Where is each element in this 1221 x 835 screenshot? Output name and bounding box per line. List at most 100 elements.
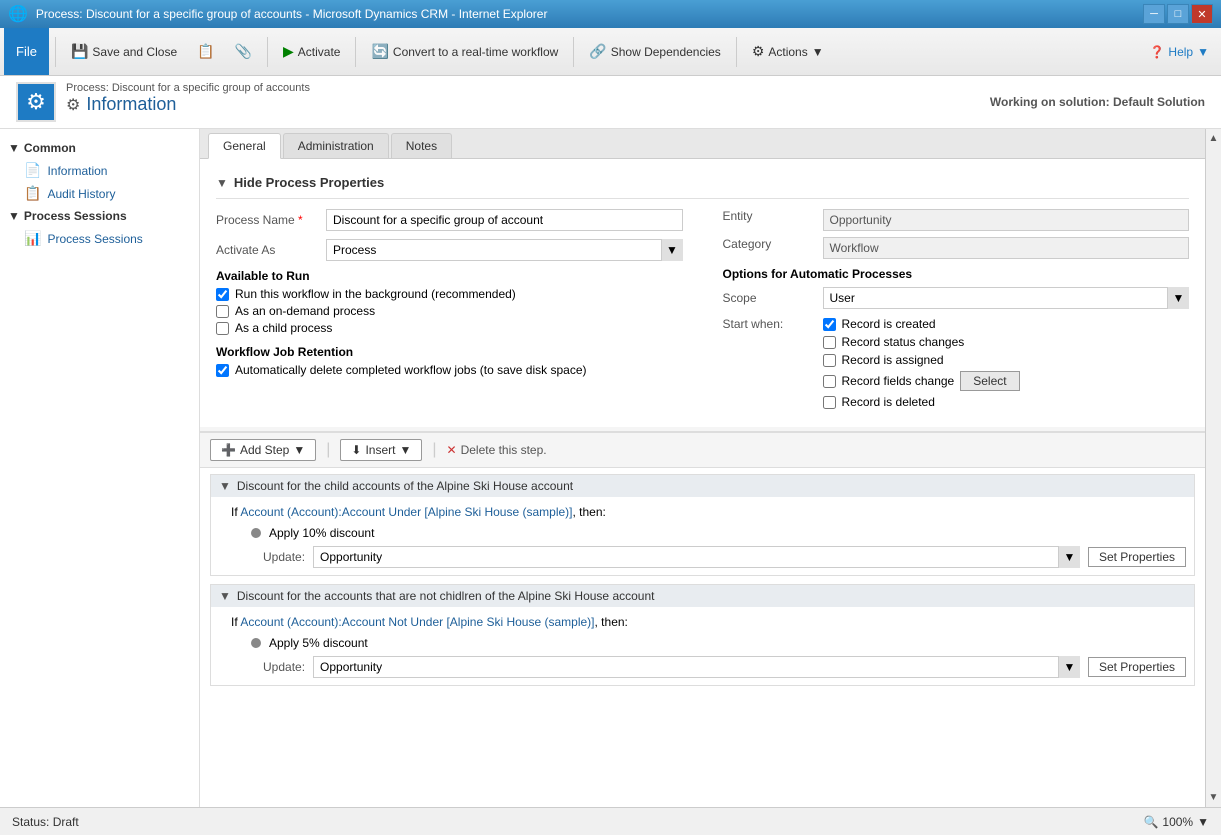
tab-notes[interactable]: Notes [391,133,452,158]
sidebar-item-information[interactable]: 📄 Information [0,159,199,182]
convert-icon: 🔄 [371,43,388,60]
checkbox-child-process[interactable] [216,322,229,335]
restore-button[interactable]: □ [1167,4,1189,24]
checkbox-on-demand[interactable] [216,305,229,318]
sidebar-item-audit-history[interactable]: 📋 Audit History [0,182,199,205]
step-condition-1: If Account (Account):Account Under [Alpi… [211,501,1194,523]
start-when-status-changes: Record status changes [823,335,1020,349]
actions-dropdown-icon: ▼ [812,45,824,59]
form-panel: ▼ Hide Process Properties Process Name A… [200,159,1205,427]
checkbox-record-created[interactable] [823,318,836,331]
condition-link-1[interactable]: Account (Account):Account Under [Alpine … [240,505,572,519]
step-group-2: ▼ Discount for the accounts that are not… [210,584,1195,686]
zoom-dropdown-icon[interactable]: ▼ [1197,815,1209,829]
toolbar-separator-4 [573,37,574,67]
checkbox-status-changes[interactable] [823,336,836,349]
toolbar-separator-3 [355,37,356,67]
save-close-button[interactable]: 💾 Save and Close [62,38,186,65]
step-collapse-1[interactable]: ▼ [219,479,231,493]
category-value: Workflow [823,237,1190,259]
scope-label: Scope [723,291,823,305]
process-name-input[interactable] [326,209,683,231]
chevron-down-icon: ▼ [8,141,20,155]
sidebar-section-process-sessions[interactable]: ▼ Process Sessions [0,205,199,227]
label-record-created: Record is created [842,317,936,331]
page-header-left: ⚙ Process: Discount for a specific group… [16,82,310,122]
add-step-button[interactable]: ➕ Add Step ▼ [210,439,316,461]
step-header-text-1: Discount for the child accounts of the A… [237,479,573,493]
options-header: Options for Automatic Processes [723,267,1190,281]
tab-administration[interactable]: Administration [283,133,389,158]
delete-step-button[interactable]: ✕ Delete this step. [447,443,547,457]
checkbox-record-deleted[interactable] [823,396,836,409]
start-when-assigned: Record is assigned [823,353,1020,367]
activate-as-row: Activate As Process ▼ [216,239,683,261]
checkbox-child-label: As a child process [235,321,332,335]
actions-button[interactable]: ⚙ Actions ▼ [743,38,833,65]
minimize-button[interactable]: ─ [1143,4,1165,24]
sidebar-section-common[interactable]: ▼ Common [0,137,199,159]
checkbox-row-1: Run this workflow in the background (rec… [216,287,683,301]
step-action-text-1: Apply 10% discount [269,526,1186,540]
scope-select[interactable]: User [823,287,1190,309]
collapse-icon: ▼ [216,176,228,190]
checkbox-auto-delete[interactable] [216,364,229,377]
activate-button[interactable]: ▶ Activate [274,38,349,65]
label-status-changes: Record status changes [842,335,965,349]
toolbar-separator-2 [267,37,268,67]
toolbar: File 💾 Save and Close 📋 📎 ▶ Activate 🔄 C… [0,28,1221,76]
scroll-up-arrow[interactable]: ▲ [1205,129,1221,148]
set-properties-button-1[interactable]: Set Properties [1088,547,1186,567]
insert-dropdown-icon: ▼ [399,443,411,457]
step-header-2: ▼ Discount for the accounts that are not… [211,585,1194,607]
condition-link-2[interactable]: Account (Account):Account Not Under [Alp… [240,615,594,629]
checkbox-record-assigned[interactable] [823,354,836,367]
category-row: Category Workflow [723,237,1190,259]
steps-area: ➕ Add Step ▼ | ⬇ Insert ▼ | ✕ Delete thi… [200,431,1205,807]
page-title-area: Process: Discount for a specific group o… [66,82,310,115]
tab-general[interactable]: General [208,133,281,159]
steps-toolbar: ➕ Add Step ▼ | ⬇ Insert ▼ | ✕ Delete thi… [200,433,1205,468]
set-properties-button-2[interactable]: Set Properties [1088,657,1186,677]
sidebar-item-process-sessions[interactable]: 📊 Process Sessions [0,227,199,250]
checkbox-row-3: As a child process [216,321,683,335]
label-record-assigned: Record is assigned [842,353,944,367]
insert-button[interactable]: ⬇ Insert ▼ [340,439,422,461]
step-body-2: If Account (Account):Account Not Under [… [211,607,1194,685]
process-sessions-icon: 📊 [24,230,41,247]
update-select-wrapper-2: Opportunity ▼ [313,656,1080,678]
close-button[interactable]: ✕ [1191,4,1213,24]
section-header[interactable]: ▼ Hide Process Properties [216,171,1189,199]
activate-icon: ▶ [283,43,294,60]
activate-as-select-wrapper: Process ▼ [326,239,683,261]
step-header-text-2: Discount for the accounts that are not c… [237,589,655,603]
label-record-deleted: Record is deleted [842,395,935,409]
step-collapse-2[interactable]: ▼ [219,589,231,603]
file-button[interactable]: File [4,28,49,75]
select-button[interactable]: Select [960,371,1019,391]
activate-as-select[interactable]: Process [326,239,683,261]
zoom-area: 🔍 100% ▼ [1143,815,1209,829]
checkbox-fields-change[interactable] [823,375,836,388]
start-when-fields-change: Record fields change Select [823,371,1020,391]
checkbox-background[interactable] [216,288,229,301]
tabs: General Administration Notes [200,129,1205,159]
chevron-down-icon-2: ▼ [8,209,20,223]
delete-icon: ✕ [447,443,457,457]
main-area: ▼ Common 📄 Information 📋 Audit History ▼… [0,129,1221,807]
form-layout: Process Name Activate As Process ▼ [216,209,1189,415]
dependencies-icon: 🔗 [589,43,606,60]
breadcrumb: Process: Discount for a specific group o… [66,82,310,94]
convert-button[interactable]: 🔄 Convert to a real-time workflow [362,38,567,65]
update-select-2[interactable]: Opportunity [313,656,1080,678]
paperclip-button[interactable]: 📎 [226,38,261,65]
working-on-solution: Working on solution: Default Solution [990,95,1205,109]
scroll-down-arrow[interactable]: ▼ [1205,788,1221,807]
attach-button[interactable]: 📋 [188,38,223,65]
toolbar-separator [55,37,56,67]
update-select-1[interactable]: Opportunity [313,546,1080,568]
help-button[interactable]: ❓ Help ▼ [1141,41,1217,63]
available-to-run: Available to Run Run this workflow in th… [216,269,683,335]
show-dependencies-button[interactable]: 🔗 Show Dependencies [580,38,730,65]
start-when-deleted: Record is deleted [823,395,1020,409]
